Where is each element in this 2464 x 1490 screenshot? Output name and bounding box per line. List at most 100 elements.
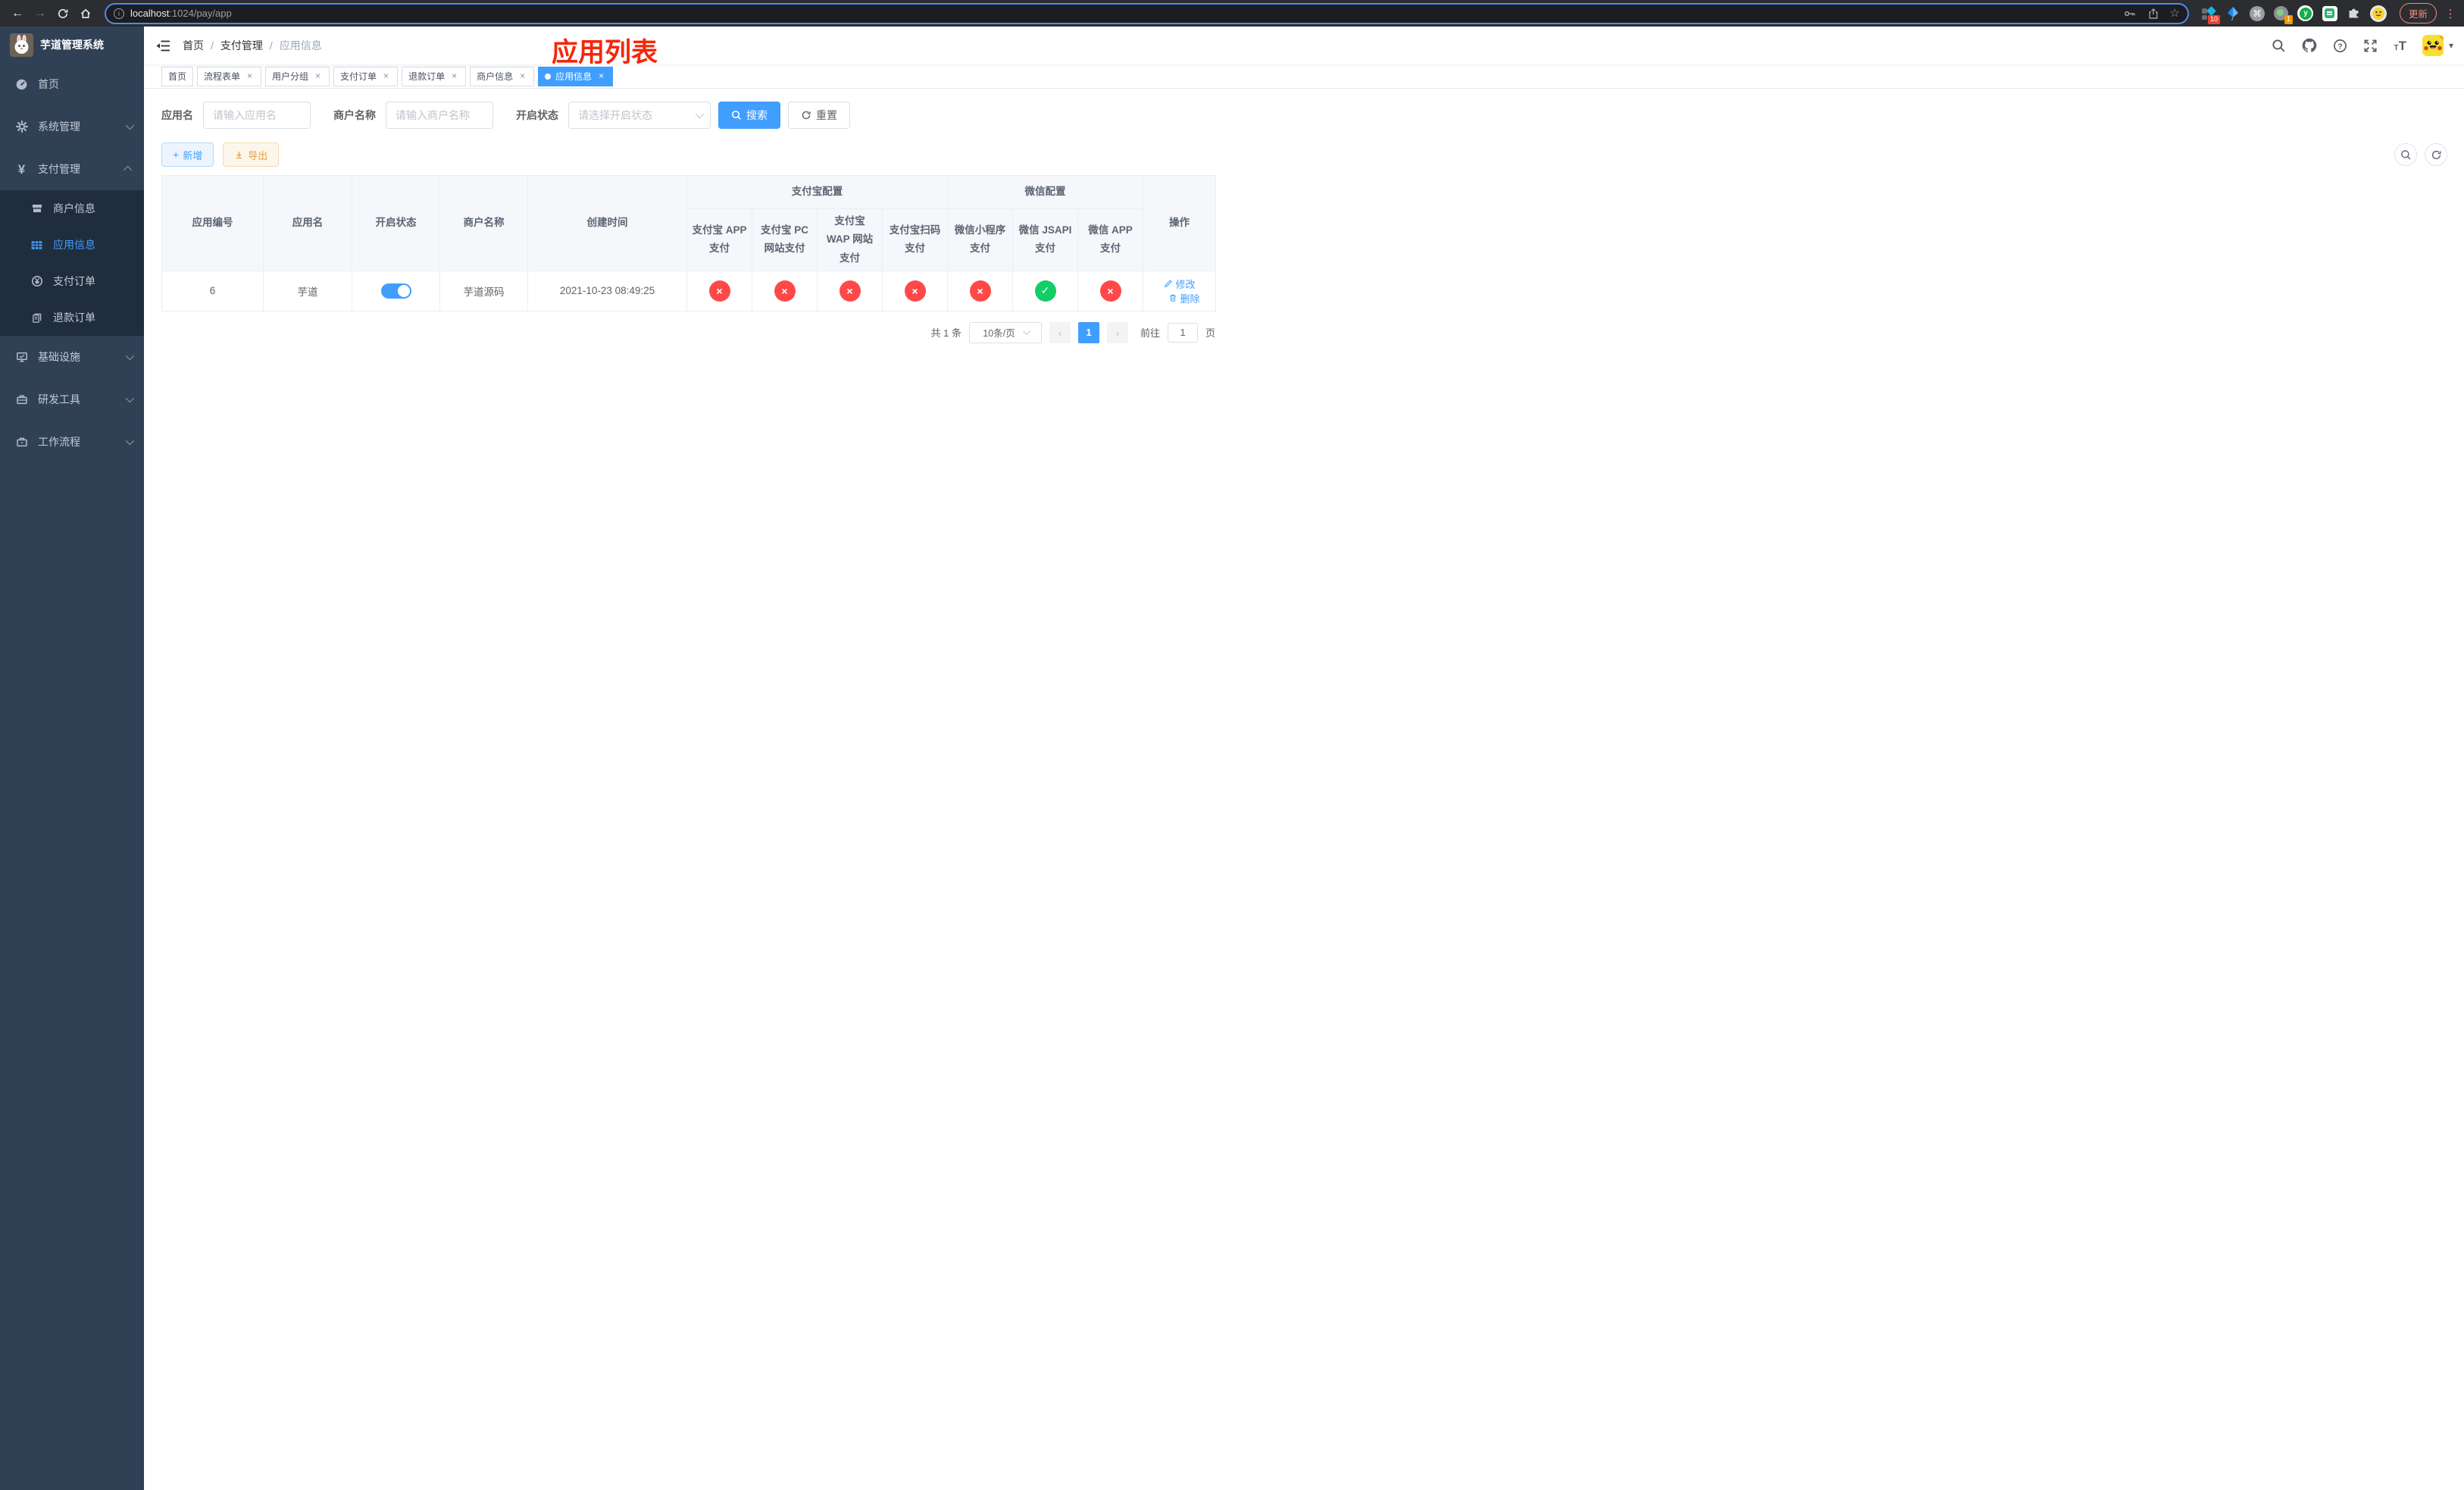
current-page-button[interactable]: 1 — [1077, 321, 1099, 343]
edit-link[interactable]: 修改 — [1164, 277, 1196, 291]
pagination: 共 1 条 10条/页 ‹ 1 › 前往 页 — [161, 321, 1215, 343]
status-select[interactable] — [568, 102, 711, 129]
delete-link[interactable]: 删除 — [1168, 291, 1200, 305]
sidebar-item-label: 支付订单 — [53, 275, 95, 287]
font-size-icon[interactable]: TT — [2394, 39, 2406, 52]
github-icon[interactable] — [2302, 38, 2317, 53]
tag-user-group[interactable]: 用户分组 × — [265, 66, 330, 86]
merchant-name-input[interactable] — [386, 102, 493, 129]
extensions-puzzle-icon[interactable] — [2346, 5, 2362, 22]
browser-reload-icon[interactable] — [53, 4, 73, 23]
col-header-id: 应用编号 — [161, 175, 264, 271]
browser-profile-avatar[interactable] — [2369, 5, 2387, 22]
sidebar-item-home[interactable]: 首页 — [0, 63, 144, 105]
export-button[interactable]: 导出 — [223, 142, 280, 167]
close-icon[interactable]: × — [449, 71, 459, 81]
col-header-alipay-qr: 支付宝扫码支付 — [882, 208, 948, 271]
browser-chrome: ← → i localhost:1024/pay/app ☆ 10 ⌘ 1 y — [0, 0, 2464, 27]
breadcrumb-current: 应用信息 — [279, 39, 322, 52]
app-title: 芋道管理系统 — [40, 39, 104, 51]
browser-forward-icon[interactable]: → — [30, 4, 50, 23]
browser-home-icon[interactable] — [76, 4, 95, 23]
tag-pay-order[interactable]: 支付订单 × — [333, 66, 399, 86]
extension-badge: 10 — [2207, 14, 2220, 24]
sidebar-collapse-icon[interactable] — [155, 37, 171, 54]
sidebar-item-system[interactable]: 系统管理 — [0, 105, 144, 148]
site-info-icon[interactable]: i — [114, 8, 124, 19]
toolbox-icon — [15, 393, 28, 405]
tag-home[interactable]: 首页 — [161, 66, 194, 86]
tag-process-form[interactable]: 流程表单 × — [197, 66, 262, 86]
tag-merchant-info[interactable]: 商户信息 × — [470, 66, 535, 86]
close-icon[interactable]: × — [518, 71, 527, 81]
tag-label: 应用信息 — [555, 71, 593, 82]
close-icon[interactable]: × — [381, 71, 391, 81]
url-bar[interactable]: i localhost:1024/pay/app ☆ — [105, 2, 2189, 24]
browser-back-icon[interactable]: ← — [8, 4, 27, 23]
cell-created: 2021-10-23 08:49:25 — [527, 270, 687, 311]
sidebar-item-label: 系统管理 — [38, 121, 80, 133]
next-page-button[interactable]: › — [1106, 321, 1128, 343]
sidebar-item-refund-order[interactable]: 退款订单 — [0, 299, 144, 336]
refresh-table-button[interactable] — [2425, 143, 2447, 166]
sidebar-item-merchant-info[interactable]: 商户信息 — [0, 190, 144, 227]
briefcase-icon — [15, 436, 28, 448]
chrome-update-button[interactable]: 更新 — [2399, 3, 2437, 23]
extension-icon-y[interactable]: y — [2297, 5, 2314, 22]
close-icon[interactable]: × — [245, 71, 255, 81]
extension-icon-notes[interactable] — [2322, 5, 2338, 22]
sidebar-item-pay[interactable]: ¥ 支付管理 — [0, 148, 144, 190]
page-content: 应用名 商户名称 开启状态 搜索 — [144, 89, 2464, 1490]
sidebar-item-pay-order[interactable]: 支付订单 — [0, 263, 144, 299]
sidebar-logo[interactable]: 芋道管理系统 — [0, 27, 144, 63]
extension-icon-1[interactable]: 10 — [2200, 5, 2220, 24]
header-search-icon[interactable] — [2272, 39, 2286, 53]
channel-status-icon: × — [774, 280, 796, 302]
status-toggle[interactable] — [380, 283, 411, 299]
toggle-search-button[interactable] — [2394, 143, 2417, 166]
close-icon[interactable]: × — [596, 71, 606, 81]
extension-icon-2[interactable]: 1 — [2273, 5, 2293, 24]
pay-submenu: 商户信息 应用信息 支付订单 退款订单 — [0, 190, 144, 336]
tag-refund-order[interactable]: 退款订单 × — [402, 66, 467, 86]
top-navbar: 首页 / 支付管理 / 应用信息 应用列表 ? T T ▾ — [144, 27, 2464, 67]
extension-icon-command[interactable]: ⌘ — [2249, 5, 2265, 22]
add-button[interactable]: + 新增 — [161, 142, 214, 167]
sidebar-item-workflow[interactable]: 工作流程 — [0, 421, 144, 463]
gear-icon — [15, 121, 28, 133]
bookmark-star-icon[interactable]: ☆ — [2170, 8, 2180, 19]
sidebar-item-dev-tools[interactable]: 研发工具 — [0, 378, 144, 421]
user-avatar — [2422, 35, 2444, 56]
col-header-alipay-app: 支付宝 APP 支付 — [686, 208, 752, 271]
breadcrumb-pay[interactable]: 支付管理 — [220, 38, 263, 53]
chrome-menu-icon[interactable]: ⋮ — [2444, 7, 2456, 20]
goto-page-input[interactable] — [1167, 322, 1198, 343]
close-icon[interactable]: × — [313, 71, 323, 81]
user-menu[interactable]: ▾ — [2422, 35, 2453, 56]
sidebar-item-app-info[interactable]: 应用信息 — [0, 227, 144, 263]
prev-page-button[interactable]: ‹ — [1049, 321, 1071, 343]
page-size-select[interactable]: 10条/页 — [968, 321, 1042, 343]
store-icon — [30, 202, 43, 214]
chevron-down-icon — [1022, 327, 1030, 336]
caret-down-icon: ▾ — [2448, 40, 2453, 51]
password-key-icon[interactable] — [2124, 8, 2137, 20]
sidebar-item-infra[interactable]: 基础设施 — [0, 336, 144, 378]
col-header-alipay-pc: 支付宝 PC 网站支付 — [752, 208, 818, 271]
edit-icon — [1164, 280, 1172, 288]
reset-button[interactable]: 重置 — [788, 102, 850, 129]
search-button[interactable]: 搜索 — [718, 102, 780, 129]
extension-icon-kite[interactable] — [2225, 5, 2241, 22]
share-icon[interactable] — [2147, 8, 2159, 20]
channel-status-icon: × — [904, 280, 926, 302]
app-name-label: 应用名 — [161, 109, 193, 121]
breadcrumb-home[interactable]: 首页 — [183, 38, 204, 53]
page-unit-label: 页 — [1205, 327, 1215, 340]
channel-status-icon: × — [839, 280, 861, 302]
sidebar-item-label: 应用信息 — [53, 239, 95, 251]
col-header-created: 创建时间 — [527, 175, 687, 271]
help-icon[interactable]: ? — [2333, 39, 2347, 53]
app-name-input[interactable] — [203, 102, 311, 129]
sidebar-item-label: 支付管理 — [38, 163, 80, 175]
fullscreen-icon[interactable] — [2363, 39, 2378, 53]
